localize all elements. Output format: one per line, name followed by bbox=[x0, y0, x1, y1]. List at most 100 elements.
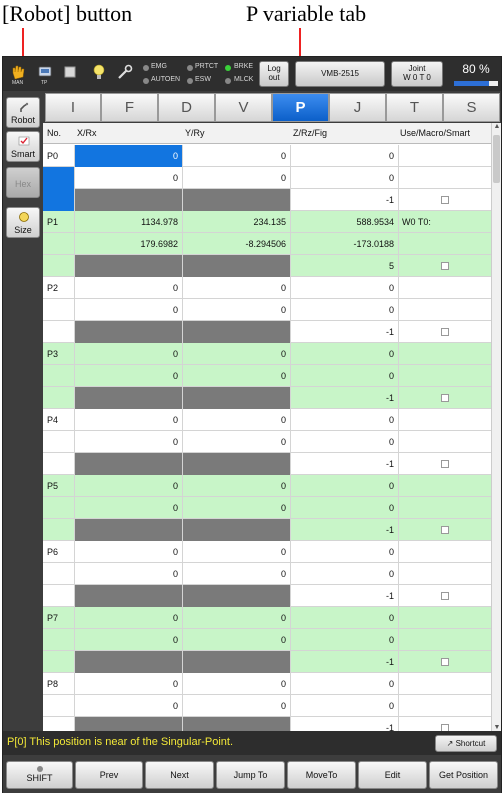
coord-cell[interactable]: 0 bbox=[75, 673, 183, 695]
fig-cell[interactable]: -1 bbox=[291, 387, 399, 409]
use-checkbox[interactable] bbox=[441, 328, 449, 336]
coord-cell[interactable]: 0 bbox=[291, 167, 399, 189]
coord-cell[interactable]: 0 bbox=[291, 145, 399, 167]
smart-button[interactable]: Smart bbox=[6, 131, 40, 162]
coord-cell[interactable]: 0 bbox=[291, 277, 399, 299]
coord-cell[interactable]: 0 bbox=[183, 167, 291, 189]
use-checkbox[interactable] bbox=[441, 724, 449, 731]
coord-cell[interactable]: 0 bbox=[75, 299, 183, 321]
tab-i[interactable]: I bbox=[45, 93, 101, 122]
coord-cell[interactable]: 0 bbox=[183, 409, 291, 431]
fig-cell[interactable]: -1 bbox=[291, 519, 399, 541]
coord-cell[interactable]: 0 bbox=[291, 695, 399, 717]
scroll-up-icon[interactable]: ▲ bbox=[493, 123, 501, 130]
jump-to-button[interactable]: Jump To bbox=[216, 761, 285, 789]
tab-t[interactable]: T bbox=[386, 93, 443, 122]
robot-model-button[interactable]: VMB-2515 bbox=[295, 61, 385, 87]
table-row[interactable]: 000 bbox=[43, 497, 491, 519]
tab-d[interactable]: D bbox=[158, 93, 215, 122]
use-checkbox[interactable] bbox=[441, 460, 449, 468]
coord-cell[interactable]: 588.9534 bbox=[291, 211, 399, 233]
table-row[interactable]: -1 bbox=[43, 585, 491, 607]
table-row[interactable]: 5 bbox=[43, 255, 491, 277]
coord-cell[interactable]: 0 bbox=[183, 145, 291, 167]
coord-cell[interactable]: 0 bbox=[291, 673, 399, 695]
joint-button[interactable]: Joint W 0 T 0 bbox=[391, 61, 443, 87]
lamp-icon[interactable] bbox=[90, 63, 108, 81]
coord-cell[interactable]: 0 bbox=[75, 145, 183, 167]
table-row[interactable]: -1 bbox=[43, 453, 491, 475]
table-row[interactable]: -1 bbox=[43, 189, 491, 211]
coord-cell[interactable]: 0 bbox=[183, 607, 291, 629]
coord-cell[interactable]: 0 bbox=[75, 629, 183, 651]
table-row[interactable]: -1 bbox=[43, 321, 491, 343]
fig-cell[interactable]: 5 bbox=[291, 255, 399, 277]
coord-cell[interactable]: 0 bbox=[75, 475, 183, 497]
coord-cell[interactable]: 0 bbox=[75, 167, 183, 189]
table-row[interactable]: 000 bbox=[43, 365, 491, 387]
coord-cell[interactable]: 0 bbox=[183, 629, 291, 651]
table-row[interactable]: P3 0 0 0 bbox=[43, 343, 491, 365]
table-row[interactable]: 000 bbox=[43, 431, 491, 453]
coord-cell[interactable]: 0 bbox=[183, 695, 291, 717]
coord-cell[interactable]: 0 bbox=[291, 475, 399, 497]
coord-cell[interactable]: 0 bbox=[291, 343, 399, 365]
next-button[interactable]: Next bbox=[145, 761, 214, 789]
coord-cell[interactable]: 179.6982 bbox=[75, 233, 183, 255]
coord-cell[interactable]: 0 bbox=[291, 497, 399, 519]
table-row[interactable]: 000 bbox=[43, 695, 491, 717]
speed-override[interactable]: 80 % bbox=[452, 62, 500, 88]
size-button[interactable]: Size bbox=[6, 207, 40, 238]
coord-cell[interactable]: 0 bbox=[75, 497, 183, 519]
coord-cell[interactable]: 0 bbox=[183, 475, 291, 497]
table-row[interactable]: P7 0 0 0 bbox=[43, 607, 491, 629]
use-checkbox[interactable] bbox=[441, 526, 449, 534]
fig-cell[interactable]: -1 bbox=[291, 585, 399, 607]
coord-cell[interactable]: 0 bbox=[291, 629, 399, 651]
coord-cell[interactable]: 0 bbox=[75, 409, 183, 431]
coord-cell[interactable]: 1134.978 bbox=[75, 211, 183, 233]
logout-button[interactable]: Log out bbox=[259, 61, 289, 87]
fig-cell[interactable]: -1 bbox=[291, 651, 399, 673]
use-checkbox[interactable] bbox=[441, 394, 449, 402]
table-row[interactable]: P2 0 0 0 bbox=[43, 277, 491, 299]
tab-f[interactable]: F bbox=[101, 93, 158, 122]
hex-button[interactable]: Hex bbox=[6, 167, 40, 198]
hand-icon[interactable] bbox=[9, 63, 27, 81]
table-row[interactable]: -1 bbox=[43, 717, 491, 731]
table-row[interactable]: 179.6982 -8.294506 -173.0188 bbox=[43, 233, 491, 255]
use-checkbox[interactable] bbox=[441, 658, 449, 666]
table-row[interactable]: -1 bbox=[43, 651, 491, 673]
table-row[interactable]: P6 0 0 0 bbox=[43, 541, 491, 563]
table-row[interactable]: P4 0 0 0 bbox=[43, 409, 491, 431]
table-row[interactable]: -1 bbox=[43, 519, 491, 541]
coord-cell[interactable]: 0 bbox=[183, 431, 291, 453]
table-row[interactable]: P1 1134.978 234.135 588.9534 W0 T0: bbox=[43, 211, 491, 233]
coord-cell[interactable]: 234.135 bbox=[183, 211, 291, 233]
scroll-thumb[interactable] bbox=[493, 135, 500, 183]
coord-cell[interactable]: 0 bbox=[291, 563, 399, 585]
shortcut-button[interactable]: ↗ Shortcut bbox=[435, 735, 497, 752]
coord-cell[interactable]: 0 bbox=[291, 365, 399, 387]
coord-cell[interactable]: 0 bbox=[75, 431, 183, 453]
tab-p[interactable]: P bbox=[272, 93, 329, 122]
use-checkbox[interactable] bbox=[441, 592, 449, 600]
fig-cell[interactable]: -1 bbox=[291, 453, 399, 475]
coord-cell[interactable]: 0 bbox=[183, 365, 291, 387]
table-row[interactable]: 000 bbox=[43, 167, 491, 189]
fig-cell[interactable]: -1 bbox=[291, 189, 399, 211]
shift-button[interactable]: SHIFT bbox=[6, 761, 73, 789]
table-row[interactable]: 000 bbox=[43, 629, 491, 651]
coord-cell[interactable]: 0 bbox=[75, 695, 183, 717]
fig-cell[interactable]: -1 bbox=[291, 321, 399, 343]
table-row[interactable]: 000 bbox=[43, 299, 491, 321]
table-row[interactable]: P0 0 0 0 bbox=[43, 145, 491, 167]
use-checkbox[interactable] bbox=[441, 196, 449, 204]
coord-cell[interactable]: 0 bbox=[291, 409, 399, 431]
coord-cell[interactable]: 0 bbox=[75, 541, 183, 563]
fig-cell[interactable]: -1 bbox=[291, 717, 399, 731]
teach-pendant-icon[interactable] bbox=[36, 63, 54, 81]
coord-cell[interactable]: 0 bbox=[183, 497, 291, 519]
tab-v[interactable]: V bbox=[215, 93, 272, 122]
edit-button[interactable]: Edit bbox=[358, 761, 427, 789]
